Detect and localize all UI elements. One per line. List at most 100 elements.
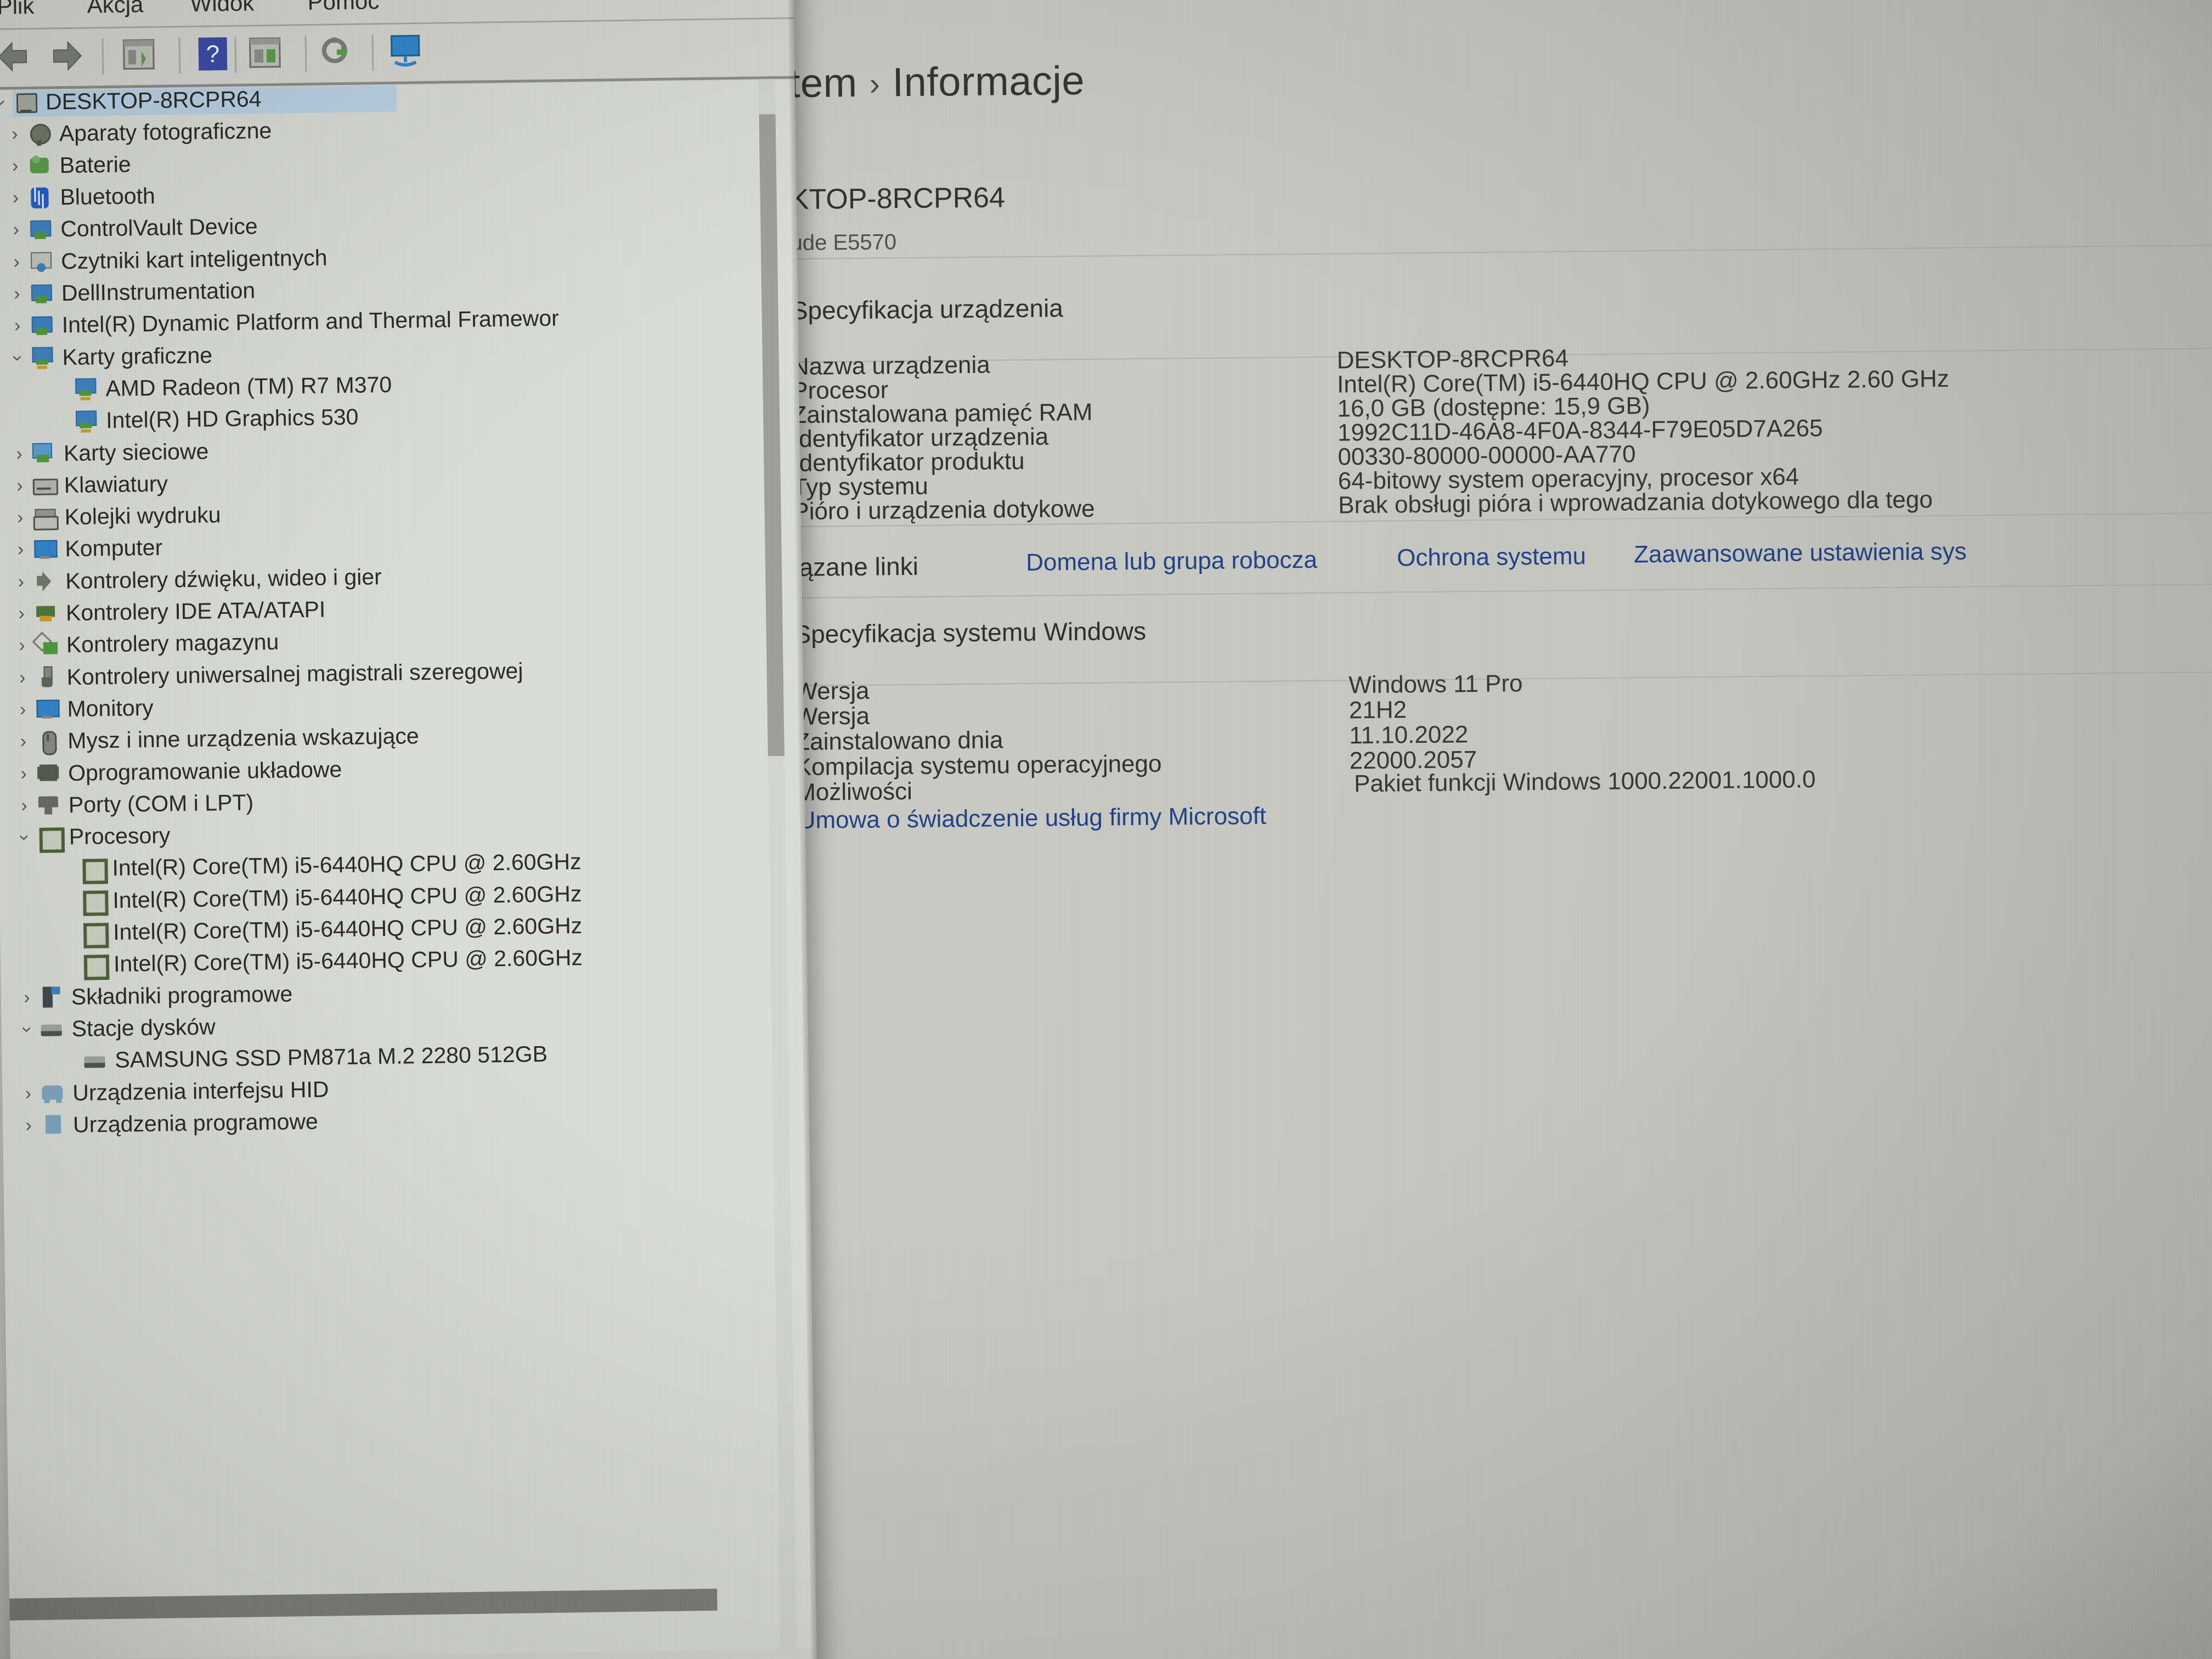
chevron-right-icon[interactable]: › bbox=[12, 795, 37, 817]
tree-node[interactable]: › Kontrolery magazynu bbox=[9, 626, 279, 662]
related-links-label: iązane linki bbox=[793, 551, 919, 582]
menu-item-pomoc[interactable]: Pomoc bbox=[307, 0, 379, 15]
chevron-right-icon[interactable]: › bbox=[3, 219, 29, 241]
scan-hardware-icon[interactable] bbox=[317, 34, 357, 74]
chevron-right-icon[interactable]: › bbox=[11, 763, 37, 785]
tree-node[interactable]: › Porty (COM i LPT) bbox=[12, 787, 254, 822]
tree-node[interactable]: › Karty graficzne bbox=[5, 339, 212, 374]
chevron-down-icon[interactable]: › bbox=[16, 1017, 38, 1042]
tree-node-label: Kontrolery magazynu bbox=[66, 629, 279, 658]
tree-node[interactable]: › Czytniki kart inteligentnych bbox=[4, 242, 328, 278]
chevron-right-icon[interactable]: › bbox=[4, 283, 30, 305]
chevron-down-icon[interactable]: › bbox=[7, 345, 29, 371]
chevron-right-icon[interactable]: › bbox=[9, 635, 35, 657]
chevron-right-icon[interactable]: › bbox=[9, 603, 35, 625]
tree-node-label: Urządzenia programowe bbox=[72, 1108, 319, 1137]
device-card-icon bbox=[29, 217, 53, 242]
tree-node-label: Intel(R) Core(TM) i5-6440HQ CPU @ 2.60GH… bbox=[112, 881, 582, 913]
tree-node[interactable]: › Bluetooth bbox=[3, 180, 155, 214]
sound-icon bbox=[33, 569, 58, 594]
help-icon[interactable]: ? bbox=[195, 36, 230, 75]
breadcrumb-parent[interactable]: tem bbox=[788, 60, 857, 106]
tree-node[interactable]: › DellInstrumentation bbox=[4, 275, 256, 310]
tree-node[interactable]: › Mysz i inne urządzenia wskazujące bbox=[10, 720, 419, 758]
tree-node[interactable]: › Komputer bbox=[8, 532, 163, 566]
link-advanced-system-settings[interactable]: Zaawansowane ustawienia sys bbox=[1634, 538, 1967, 569]
tree-node-label: Kontrolery dźwięku, wideo i gier bbox=[65, 563, 382, 594]
properties-icon[interactable] bbox=[119, 37, 159, 76]
spec-value-experience: Pakiet funkcji Windows 1000.22001.1000.0 bbox=[1353, 766, 1816, 798]
chevron-right-icon[interactable]: › bbox=[10, 731, 36, 753]
chevron-right-icon[interactable]: › bbox=[3, 187, 29, 209]
chevron-right-icon[interactable]: › bbox=[9, 667, 35, 689]
chevron-right-icon: › bbox=[869, 66, 881, 102]
vertical-scrollbar-thumb[interactable] bbox=[759, 114, 785, 757]
software-component-icon bbox=[40, 985, 64, 1009]
tree-node[interactable]: › ControlVault Device bbox=[3, 211, 258, 246]
device-tree[interactable]: › DESKTOP-8RCPR64 › Aparaty fotograficzne… bbox=[0, 80, 817, 1659]
chevron-right-icon[interactable]: › bbox=[16, 1115, 42, 1137]
tree-node-label: Urządzenia interfejsu HID bbox=[72, 1076, 329, 1105]
link-domain-or-workgroup[interactable]: Domena lub grupa robocza bbox=[1026, 546, 1317, 577]
network-adapter-icon bbox=[32, 441, 57, 466]
tree-node[interactable]: › Kolejki wydruku bbox=[7, 499, 221, 534]
chevron-right-icon[interactable]: › bbox=[7, 443, 32, 465]
chevron-down-icon[interactable]: › bbox=[14, 825, 36, 851]
device-spec-title: Specyfikacja urządzenia bbox=[791, 294, 1064, 325]
pc-name: KTOP-8RCPR64 bbox=[789, 182, 1006, 216]
tree-node[interactable]: › Stacje dysków bbox=[14, 1011, 216, 1046]
tree-node[interactable]: › Kontrolery dźwięku, wideo i gier bbox=[8, 561, 382, 597]
menu-item-widok[interactable]: Widok bbox=[190, 0, 254, 17]
chevron-right-icon[interactable]: › bbox=[4, 251, 30, 273]
horizontal-scrollbar-thumb[interactable] bbox=[9, 1588, 718, 1621]
link-system-protection[interactable]: Ochrona systemu bbox=[1397, 543, 1586, 572]
show-hidden-devices-icon[interactable] bbox=[387, 33, 427, 72]
toolbar-separator-3 bbox=[234, 36, 237, 73]
chevron-right-icon[interactable]: › bbox=[2, 123, 28, 145]
toolbar-separator-2 bbox=[178, 37, 181, 74]
tree-node[interactable]: › Kontrolery IDE ATA/ATAPI bbox=[9, 594, 326, 630]
tree-node[interactable]: AMD Radeon (TM) R7 M370 bbox=[48, 369, 392, 405]
back-arrow-icon[interactable] bbox=[0, 38, 32, 78]
svg-text:?: ? bbox=[206, 41, 219, 67]
link-microsoft-services-agreement[interactable]: Umowa o świadczenie usług firmy Microsof… bbox=[798, 803, 1267, 834]
tree-node[interactable]: › Kontrolery uniwersalnej magistrali szer… bbox=[9, 655, 523, 694]
display-adapter-icon bbox=[74, 409, 99, 433]
chevron-right-icon[interactable]: › bbox=[15, 1082, 41, 1104]
chevron-right-icon[interactable]: › bbox=[10, 699, 36, 721]
tree-node[interactable]: SAMSUNG SSD PM871a M.2 2280 512GB bbox=[58, 1039, 548, 1077]
tree-node[interactable]: › Procesory bbox=[12, 820, 170, 854]
tree-node[interactable]: › Urządzenia interfejsu HID bbox=[15, 1073, 329, 1109]
tree-node[interactable]: › Klawiatury bbox=[7, 468, 168, 502]
tree-node[interactable]: › Urządzenia programowe bbox=[16, 1105, 318, 1142]
spec-label-device-name: Nazwa urządzenia bbox=[791, 351, 990, 381]
tool-bar: ? bbox=[0, 19, 795, 87]
chevron-right-icon[interactable]: › bbox=[14, 986, 40, 1008]
tree-node[interactable]: › Monitory bbox=[10, 692, 154, 726]
chevron-right-icon[interactable]: › bbox=[5, 315, 31, 337]
tree-node[interactable]: › Oprogramowanie układowe bbox=[11, 753, 342, 789]
tree-node[interactable]: › Aparaty fotograficzne bbox=[2, 115, 272, 150]
chevron-right-icon[interactable]: › bbox=[8, 571, 34, 593]
menu-item-akcja[interactable]: Akcja bbox=[87, 0, 143, 18]
chevron-right-icon[interactable]: › bbox=[7, 475, 33, 497]
pc-model: ude E5570 bbox=[790, 230, 897, 256]
chevron-right-icon[interactable]: › bbox=[8, 539, 33, 561]
tree-node[interactable]: › Baterie bbox=[2, 149, 131, 182]
smartcard-reader-icon bbox=[29, 250, 54, 274]
tree-node-label: Kontrolery IDE ATA/ATAPI bbox=[65, 596, 326, 626]
forward-arrow-icon[interactable] bbox=[48, 37, 87, 77]
chevron-down-icon[interactable]: › bbox=[0, 89, 12, 115]
chevron-right-icon[interactable]: › bbox=[2, 155, 28, 177]
menu-item-plik[interactable]: Plik bbox=[0, 0, 35, 20]
tree-node-label: Intel(R) Dynamic Platform and Thermal Fr… bbox=[61, 305, 560, 338]
battery-icon bbox=[27, 154, 52, 178]
tree-node[interactable]: Intel(R) HD Graphics 530 bbox=[49, 401, 359, 437]
settings-window: tem › Informacje KTOP-8RCPR64 ude E5570 Sp… bbox=[735, 0, 2212, 1659]
tree-node[interactable]: › Karty sieciowe bbox=[7, 435, 209, 470]
chevron-right-icon[interactable]: › bbox=[7, 507, 33, 529]
tree-node[interactable]: › Składniki programowe bbox=[14, 978, 293, 1013]
update-driver-icon[interactable] bbox=[245, 35, 285, 74]
device-card-icon bbox=[30, 313, 54, 338]
tree-node[interactable]: Intel(R) Core(TM) i5-6440HQ CPU @ 2.60GH… bbox=[57, 942, 583, 981]
